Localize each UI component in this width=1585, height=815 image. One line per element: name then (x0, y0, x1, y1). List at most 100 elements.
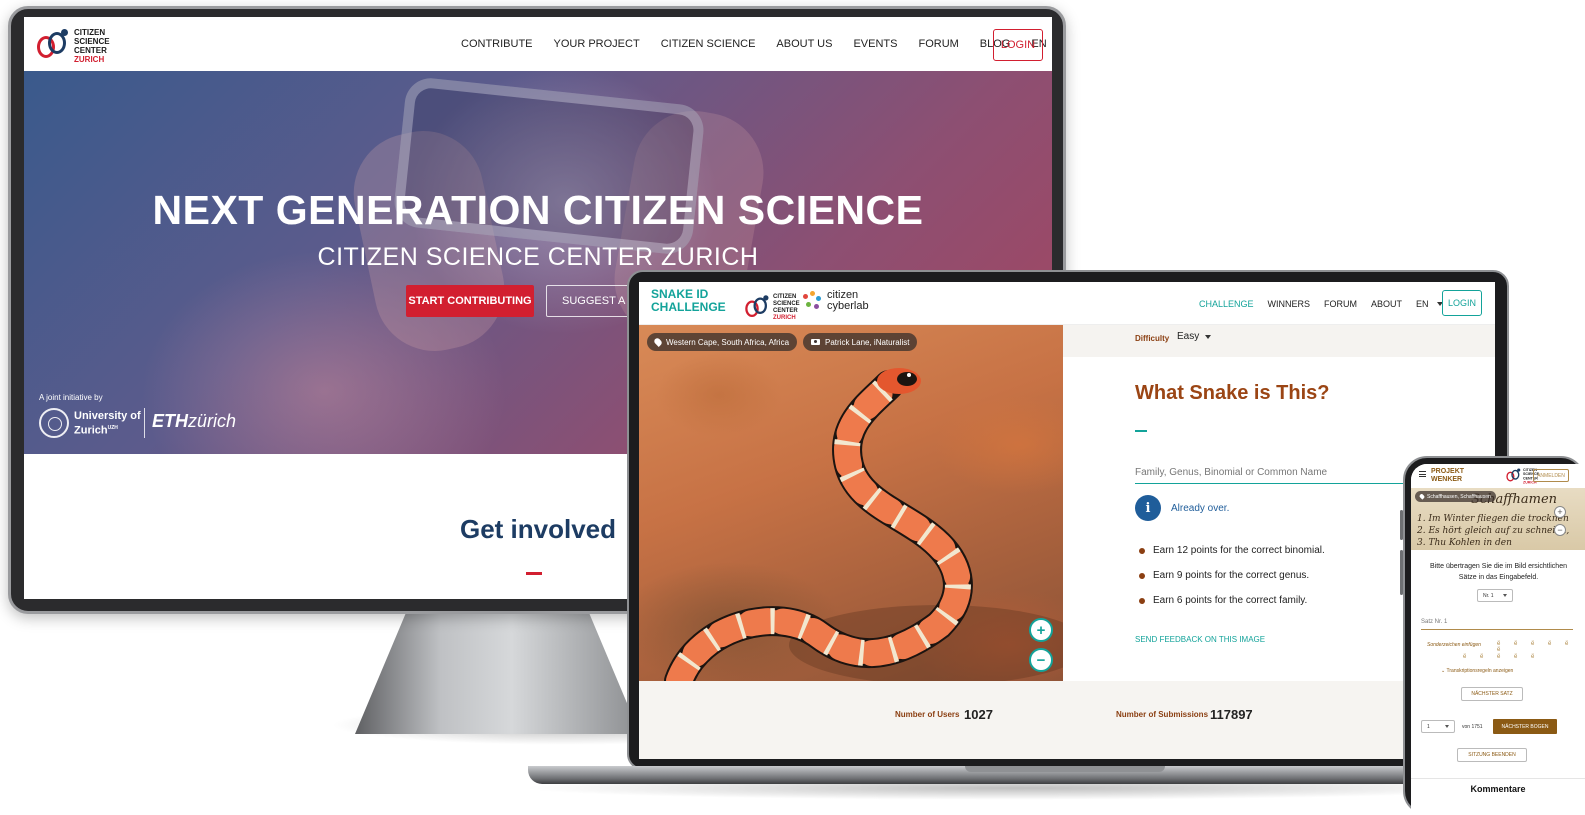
zoom-out-button[interactable]: − (1029, 648, 1053, 672)
login-button[interactable]: LOGIN (993, 29, 1043, 61)
nav-contribute[interactable]: CONTRIBUTE (461, 38, 533, 50)
cyberlab-icon (801, 290, 823, 312)
snake-id-challenge-logo[interactable]: SNAKE ID CHALLENGE (651, 288, 726, 314)
projekt-wenker-logo[interactable]: PROJEKT WENKER (1431, 468, 1464, 484)
login-button[interactable]: LOGIN (1442, 290, 1482, 316)
end-session-button[interactable]: SITZUNG BEENDEN (1457, 748, 1527, 762)
page-select-value: 1 (1427, 723, 1430, 730)
csc-logo[interactable]: CITIZEN SCIENCE CENTER ZURICH (34, 28, 110, 64)
uzh-seal-icon (39, 408, 69, 438)
list-item: Earn 9 points for the correct genus. (1139, 563, 1325, 588)
monitor-stand (355, 612, 640, 734)
stats-bar: Number of Users 1027 Number of Submissio… (639, 681, 1495, 759)
hero-title: NEXT GENERATION CITIZEN SCIENCE (152, 187, 924, 233)
location-badge: Western Cape, South Africa, Africa (647, 333, 798, 351)
chevron-down-icon (1503, 594, 1507, 597)
uzh-logo-text[interactable]: University of ZurichUZH (74, 410, 141, 437)
hamburger-menu-icon[interactable] (1419, 471, 1426, 477)
phone-screen: PROJEKT WENKER CITIZEN SCIENCE CENTER ZU… (1411, 464, 1585, 815)
map-pin-icon (653, 337, 663, 347)
doc-line: 2. Es hört gleich auf zu schneien, (1417, 526, 1570, 536)
joint-initiative-label: A joint initiative by (39, 393, 103, 402)
next-sheet-button[interactable]: NÄCHSTER BOGEN (1493, 719, 1557, 734)
csc-logo-icon (34, 28, 70, 64)
doc-line: 1. Im Winter fliegen die trocknen (1417, 514, 1569, 524)
location-badge: Schaffhausen, Schaffhausen (1415, 491, 1496, 502)
csc-logo-text: CITIZEN SCIENCE CENTER ZURICH (773, 294, 800, 321)
nav-challenge[interactable]: CHALLENGE (1199, 299, 1254, 309)
zoom-in-button[interactable]: + (1029, 618, 1053, 642)
nav-winners[interactable]: WINNERS (1268, 299, 1311, 309)
location-text: Western Cape, South Africa, Africa (666, 337, 790, 347)
info-icon: i (1135, 495, 1161, 521)
citizen-cyberlab-logo[interactable]: citizen cyberlab (801, 290, 869, 312)
desktop-navbar: CITIZEN SCIENCE CENTER ZURICH CONTRIBUTE… (24, 17, 1052, 71)
eth-logo[interactable]: ETHzürich (152, 411, 236, 432)
photo-credit-badge: Patrick Lane, iNaturalist (803, 333, 918, 351)
chevron-down-icon (1205, 334, 1212, 339)
bullet-icon (1139, 547, 1145, 554)
submissions-count: 117897 (1210, 707, 1253, 722)
snake-photo[interactable]: Western Cape, South Africa, Africa Patri… (639, 325, 1063, 681)
photo-credit-text: Patrick Lane, iNaturalist (825, 337, 910, 347)
csc-logo[interactable]: CITIZEN SCIENCE CENTER ZURICH (743, 290, 800, 326)
sentence-input[interactable]: Satz Nr. 1 (1421, 616, 1573, 630)
phone-navbar: PROJEKT WENKER CITIZEN SCIENCE CENTER ZU… (1411, 464, 1585, 488)
users-count: 1027 (964, 707, 993, 722)
nav-citizen-science[interactable]: CITIZEN SCIENCE (661, 38, 756, 50)
language-select[interactable]: EN (1416, 299, 1443, 309)
page-total: von 1751 (1462, 724, 1483, 730)
csc-logo-icon (743, 295, 770, 322)
next-sentence-button[interactable]: NÄCHSTER SATZ (1461, 687, 1523, 701)
language-label: EN (1416, 298, 1429, 309)
device-mockup-stage: CITIZEN SCIENCE CENTER ZURICH CONTRIBUTE… (0, 0, 1585, 815)
difficulty-select[interactable]: Easy (1177, 331, 1212, 342)
map-pin-icon (1418, 493, 1426, 500)
handwritten-document-image[interactable]: Schaffhamen 1. Im Winter fliegen die tro… (1411, 488, 1585, 550)
difficulty-bar (1063, 325, 1495, 357)
nav-about[interactable]: ABOUT (1371, 299, 1402, 309)
nav-about-us[interactable]: ABOUT US (776, 38, 832, 50)
question-title: What Snake is This? (1135, 382, 1330, 404)
cyberlab-logo-text: citizen cyberlab (827, 289, 869, 312)
anmelden-button[interactable]: ANMELDEN (1533, 469, 1569, 482)
logo-divider (144, 408, 145, 438)
special-chars-row[interactable]: ë ë ë ë ë (1463, 654, 1540, 660)
difficulty-value: Easy (1177, 331, 1200, 342)
csc-logo-icon (1505, 468, 1521, 484)
users-label: Number of Users (895, 710, 960, 719)
zoom-in-button[interactable]: + (1554, 506, 1566, 518)
send-feedback-link[interactable]: SEND FEEDBACK ON THIS IMAGE (1135, 635, 1265, 644)
species-answer-input[interactable] (1135, 462, 1425, 484)
special-chars-row[interactable]: ë ë ë ë ë ë (1497, 641, 1585, 653)
title-divider (1135, 430, 1147, 432)
laptop-notch (965, 766, 1165, 772)
camera-icon (811, 339, 820, 345)
location-text: Schaffhausen, Schaffhausen (1427, 493, 1491, 500)
comments-heading: Kommentare (1470, 784, 1526, 794)
list-item: Earn 12 points for the correct binomial. (1139, 538, 1325, 563)
show-rules-toggle[interactable]: ⌄ Transkriptionsregeln anzeigen (1441, 668, 1513, 674)
zoom-out-button[interactable]: − (1554, 524, 1566, 536)
transcription-instruction: Bitte übertragen Sie die im Bild ersicht… (1430, 563, 1567, 581)
special-chars-label: Sonderzeichen einfügen (1427, 642, 1481, 648)
laptop-screen: SNAKE ID CHALLENGE CITIZEN SCIENCE CENTE… (639, 282, 1495, 759)
scoring-rules-list: Earn 12 points for the correct binomial.… (1139, 538, 1325, 613)
nav-your-project[interactable]: YOUR PROJECT (554, 38, 640, 50)
nav-forum[interactable]: FORUM (918, 38, 958, 50)
info-message: Already over. (1171, 503, 1230, 514)
start-contributing-button[interactable]: START CONTRIBUTING (406, 285, 534, 317)
difficulty-label: Difficulty (1135, 334, 1170, 343)
csc-logo-text: CITIZEN SCIENCE CENTER ZURICH (74, 28, 110, 64)
page-select[interactable]: 1 (1421, 720, 1455, 733)
sentence-select-value: Nr. 1 (1483, 592, 1494, 599)
bullet-icon (1139, 597, 1145, 604)
nav-forum[interactable]: FORUM (1324, 299, 1357, 309)
bullet-icon (1139, 572, 1145, 579)
laptop-main-menu: CHALLENGE WINNERS FORUM ABOUT EN (1199, 282, 1443, 325)
hero-subtitle: CITIZEN SCIENCE CENTER ZURICH (317, 243, 759, 271)
submissions-label: Number of Submissions (1116, 710, 1209, 719)
sentence-select[interactable]: Nr. 1 (1477, 589, 1513, 602)
chevron-down-icon (1445, 725, 1449, 728)
nav-events[interactable]: EVENTS (853, 38, 897, 50)
